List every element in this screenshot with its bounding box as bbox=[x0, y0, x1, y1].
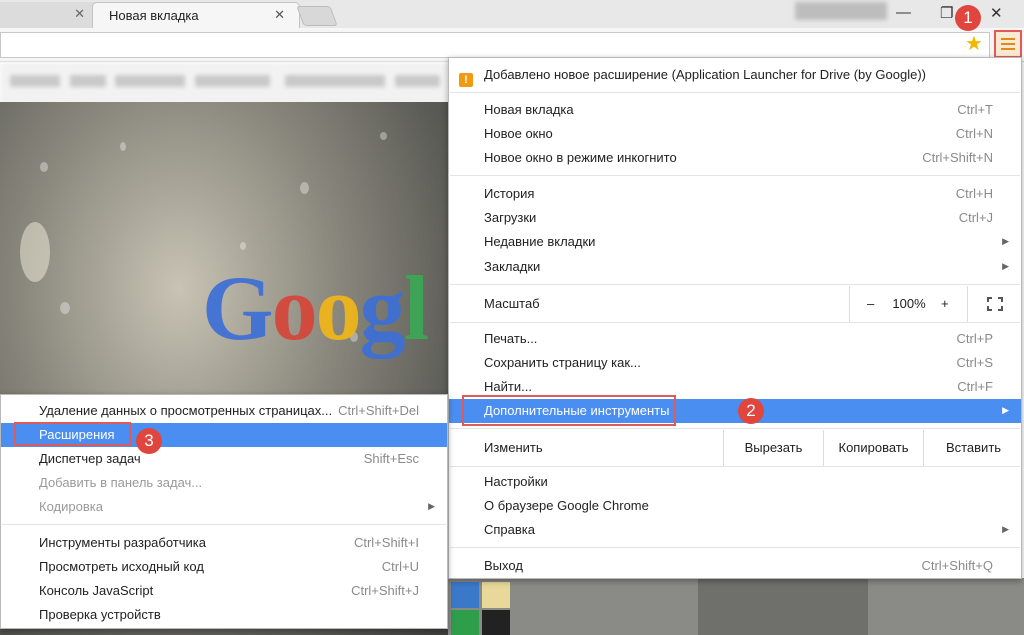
separator bbox=[450, 284, 1020, 285]
edit-label: Изменить bbox=[484, 440, 543, 455]
highlight-box-more-tools bbox=[462, 395, 676, 426]
tab-title: Новая вкладка bbox=[109, 8, 199, 23]
menu-item-bookmarks[interactable]: Закладки ▶ bbox=[449, 255, 1021, 279]
notification-new-extension[interactable]: ! Добавлено новое расширение (Applicatio… bbox=[449, 63, 1021, 87]
submenu-item-add-to-taskbar: Добавить в панель задач... bbox=[39, 475, 203, 490]
separator bbox=[2, 524, 446, 525]
chrome-menu-button[interactable] bbox=[994, 30, 1022, 58]
submenu-item-view-source[interactable]: Просмотреть исходный код Ctrl+U bbox=[1, 555, 447, 579]
submenu-item-clear-browsing-data[interactable]: Удаление данных о просмотренных страница… bbox=[1, 399, 447, 423]
tab-previous[interactable]: ✕ bbox=[0, 2, 96, 28]
menu-item-about[interactable]: О браузере Google Chrome bbox=[449, 494, 1021, 518]
logo-letter: g bbox=[359, 257, 406, 359]
logo-letter: o bbox=[271, 257, 318, 359]
warning-icon: ! bbox=[459, 73, 473, 87]
menu-item-new-tab[interactable]: Новая вкладка Ctrl+T bbox=[449, 98, 1021, 122]
submenu-item-js-console[interactable]: Консоль JavaScript Ctrl+Shift+J bbox=[1, 579, 447, 603]
separator bbox=[450, 547, 1020, 548]
step-badge-3: 3 bbox=[136, 428, 162, 454]
submenu-item-encoding[interactable]: Кодировка ▶ bbox=[1, 495, 447, 519]
tab-close-icon[interactable]: ✕ bbox=[74, 6, 85, 22]
zoom-in-button[interactable]: + bbox=[941, 296, 949, 311]
menu-item-history[interactable]: История Ctrl+H bbox=[449, 182, 1021, 206]
fullscreen-icon[interactable] bbox=[987, 297, 1003, 311]
notification-label: Добавлено новое расширение (Application … bbox=[484, 67, 926, 82]
submenu-item-developer-tools[interactable]: Инструменты разработчика Ctrl+Shift+I bbox=[1, 531, 447, 555]
menu-item-save-page[interactable]: Сохранить страницу как... Ctrl+S bbox=[449, 351, 1021, 375]
highlight-box-extensions bbox=[14, 422, 131, 446]
minimize-icon[interactable]: — bbox=[896, 4, 911, 21]
separator bbox=[450, 428, 1020, 429]
logo-letter: l bbox=[403, 257, 430, 359]
menu-item-downloads[interactable]: Загрузки Ctrl+J bbox=[449, 206, 1021, 230]
separator bbox=[450, 175, 1020, 176]
cut-button[interactable]: Вырезать bbox=[723, 430, 823, 466]
menu-item-help[interactable]: Справка ▶ bbox=[449, 518, 1021, 542]
menu-item-print[interactable]: Печать... Ctrl+P bbox=[449, 327, 1021, 351]
menu-item-new-window[interactable]: Новое окно Ctrl+N bbox=[449, 122, 1021, 146]
zoom-value: 100% bbox=[892, 296, 926, 311]
bookmarks-bar bbox=[0, 62, 448, 102]
restore-icon[interactable]: ❐ bbox=[940, 4, 953, 22]
chevron-right-icon: ▶ bbox=[1002, 261, 1009, 271]
logo-letter: G bbox=[202, 257, 274, 359]
blurred-profile bbox=[795, 2, 887, 20]
window-close-icon[interactable]: ✕ bbox=[990, 4, 1003, 22]
chrome-main-menu: ! Добавлено новое расширение (Applicatio… bbox=[448, 57, 1022, 579]
new-tab-button[interactable] bbox=[296, 6, 338, 26]
copy-button[interactable]: Копировать bbox=[823, 430, 923, 466]
google-logo: Googl bbox=[202, 262, 429, 354]
menu-item-incognito[interactable]: Новое окно в режиме инкогнито Ctrl+Shift… bbox=[449, 146, 1021, 170]
bookmark-star-icon[interactable]: ★ bbox=[965, 32, 983, 56]
menu-item-exit[interactable]: Выход Ctrl+Shift+Q bbox=[449, 554, 1021, 578]
zoom-out-button[interactable]: – bbox=[867, 296, 874, 311]
page-background-right bbox=[448, 578, 1024, 635]
tab-close-icon[interactable]: ✕ bbox=[274, 7, 285, 23]
paste-button[interactable]: Вставить bbox=[923, 430, 1023, 466]
menu-item-recent-tabs[interactable]: Недавние вкладки ▶ bbox=[449, 230, 1021, 254]
step-badge-1: 1 bbox=[955, 5, 981, 31]
edit-row: Изменить Вырезать Копировать Вставить bbox=[449, 430, 1021, 466]
submenu-item-inspect-devices[interactable]: Проверка устройств bbox=[1, 603, 447, 627]
separator bbox=[450, 322, 1020, 323]
separator bbox=[450, 92, 1020, 93]
zoom-label: Масштаб bbox=[484, 296, 540, 311]
menu-item-settings[interactable]: Настройки bbox=[449, 470, 1021, 494]
separator bbox=[450, 466, 1020, 467]
chevron-right-icon: ▶ bbox=[1002, 524, 1009, 534]
address-bar[interactable] bbox=[0, 32, 990, 58]
chevron-right-icon: ▶ bbox=[1002, 405, 1009, 415]
submenu-item-task-manager[interactable]: Диспетчер задач Shift+Esc bbox=[1, 447, 447, 471]
step-badge-2: 2 bbox=[738, 398, 764, 424]
tab-new-tab[interactable]: Новая вкладка ✕ bbox=[92, 2, 300, 28]
title-bar: ✕ Новая вкладка ✕ — ❐ ✕ bbox=[0, 0, 1024, 28]
zoom-row: Масштаб – 100% + bbox=[449, 286, 1021, 322]
logo-letter: o bbox=[315, 257, 362, 359]
hamburger-icon bbox=[1001, 38, 1015, 40]
chevron-right-icon: ▶ bbox=[428, 501, 435, 511]
chevron-right-icon: ▶ bbox=[1002, 236, 1009, 246]
